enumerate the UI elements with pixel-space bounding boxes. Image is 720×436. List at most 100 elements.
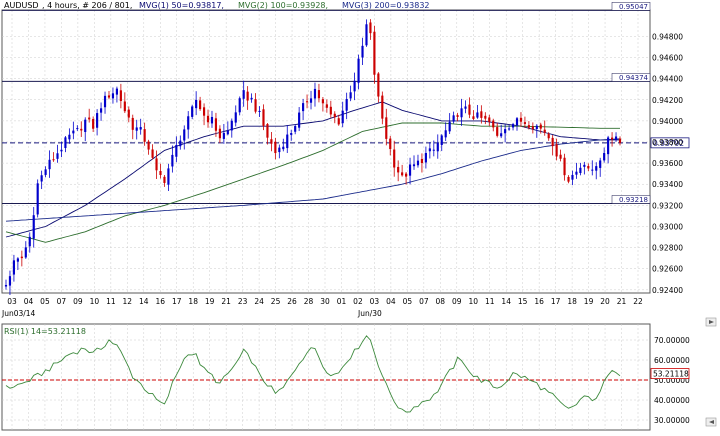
candle-body <box>416 160 420 166</box>
candle-body <box>4 284 8 287</box>
time-tick-label: 05 <box>403 297 413 306</box>
candle-body <box>40 175 43 182</box>
candle-body <box>309 98 313 103</box>
candle-body <box>519 117 523 122</box>
rsi-tick-label: 40.00000 <box>654 396 690 405</box>
candle-body <box>448 121 451 132</box>
candle-body <box>218 128 221 139</box>
symbol-label: AUDUSD <box>4 1 39 10</box>
candle-body <box>258 110 261 112</box>
candle-body <box>8 276 12 286</box>
candle-body <box>317 90 321 99</box>
chart-header: AUDUSD , 4 hours, # 206 / 801, MVG(1) 50… <box>4 1 430 10</box>
candle-body <box>527 125 530 128</box>
candle-body <box>511 124 515 128</box>
candle-body <box>20 256 23 259</box>
candle-body <box>456 115 459 117</box>
candle-body <box>242 90 245 99</box>
candle-body <box>28 236 31 247</box>
candle-body <box>147 141 150 150</box>
time-tick-label: 30 <box>320 297 330 306</box>
candle-body <box>515 118 519 126</box>
candle-body <box>412 164 416 167</box>
candle-body <box>167 168 170 185</box>
rsi-axis: 70.0000060.0000050.0000040.0000030.00000… <box>650 336 690 425</box>
time-tick-label: 28 <box>304 297 314 306</box>
candle-body <box>424 153 427 163</box>
candle-body <box>480 111 483 118</box>
candle-body <box>567 176 570 182</box>
candle-body <box>72 130 75 134</box>
candle-body <box>155 158 158 171</box>
time-tick-label: 10 <box>468 297 478 306</box>
candle-body <box>12 260 16 275</box>
candle-body <box>385 117 388 139</box>
candle-body <box>282 146 285 150</box>
time-tick-label: 02 <box>353 297 363 306</box>
time-tick-label: 12 <box>123 297 133 306</box>
scroll-left-icon[interactable] <box>705 417 717 427</box>
candle-body <box>111 93 115 99</box>
candle-body <box>492 120 495 128</box>
price-tick-label: 0.92400 <box>652 286 683 295</box>
candle-body <box>143 129 146 142</box>
candle-body <box>369 22 372 34</box>
time-tick-label: 03 <box>7 297 17 306</box>
candle-body <box>571 174 574 180</box>
time-tick-label: 24 <box>254 297 264 306</box>
level-tag-label: 0.94374 <box>619 74 648 82</box>
time-tick-label: 21 <box>221 297 231 306</box>
candle-body <box>607 137 610 155</box>
candle-body <box>531 126 534 130</box>
price-tick-label: 0.92600 <box>652 265 683 274</box>
time-tick-label: 19 <box>205 297 215 306</box>
time-tick-label: 26 <box>287 297 297 306</box>
candle-body <box>274 141 277 154</box>
candle-body <box>32 215 35 239</box>
candle-body <box>294 126 297 132</box>
candle-body <box>254 99 257 112</box>
candle-body <box>357 58 360 83</box>
candle-body <box>393 149 396 168</box>
time-tick-label: 08 <box>436 297 446 306</box>
candle-bullish <box>36 179 39 218</box>
candle-body <box>68 134 71 140</box>
candle-body <box>206 115 210 123</box>
candle-body <box>290 133 293 135</box>
candle-body <box>159 170 162 175</box>
candle-body <box>131 117 134 130</box>
time-tick-label: 16 <box>155 297 165 306</box>
candle-body <box>563 157 566 176</box>
time-tick-label: 11 <box>485 297 495 306</box>
candle-body <box>230 120 233 131</box>
time-tick-label: 17 <box>551 297 561 306</box>
candle-body <box>313 88 317 99</box>
candle-body <box>195 99 198 109</box>
time-tick-label: 25 <box>271 297 281 306</box>
ma200-label: MVG(3) 200=0.93832 <box>342 1 430 10</box>
level-tag-label: 0.93218 <box>619 196 648 204</box>
ma100-label: MVG(2) 100=0.93928, <box>238 1 328 10</box>
time-tick-label: 14 <box>501 297 511 306</box>
candle-body <box>618 138 622 143</box>
candle-body <box>266 124 269 138</box>
candle-body <box>179 140 182 147</box>
candle-body <box>60 149 63 152</box>
rsi-tick-label: 70.00000 <box>654 336 690 345</box>
time-tick-label: 05 <box>40 297 50 306</box>
candle-body <box>286 134 289 149</box>
candle-body <box>151 149 154 158</box>
price-tick-label: 0.92800 <box>652 244 683 253</box>
time-tick-label: 18 <box>188 297 198 306</box>
scroll-right-icon[interactable] <box>705 317 717 327</box>
candle-body <box>210 116 214 124</box>
time-tick-label: 23 <box>238 297 248 306</box>
candle-body <box>139 127 142 130</box>
time-tick-label: 15 <box>518 297 528 306</box>
chart-canvas[interactable]: 0.950470.943740.932180.93792 0.948000.94… <box>0 0 720 432</box>
time-tick-label: 04 <box>24 297 34 306</box>
candle-body <box>587 166 590 169</box>
candle-body <box>202 107 206 116</box>
candle-body <box>408 164 412 176</box>
price-tick-label: 0.93400 <box>652 180 683 189</box>
